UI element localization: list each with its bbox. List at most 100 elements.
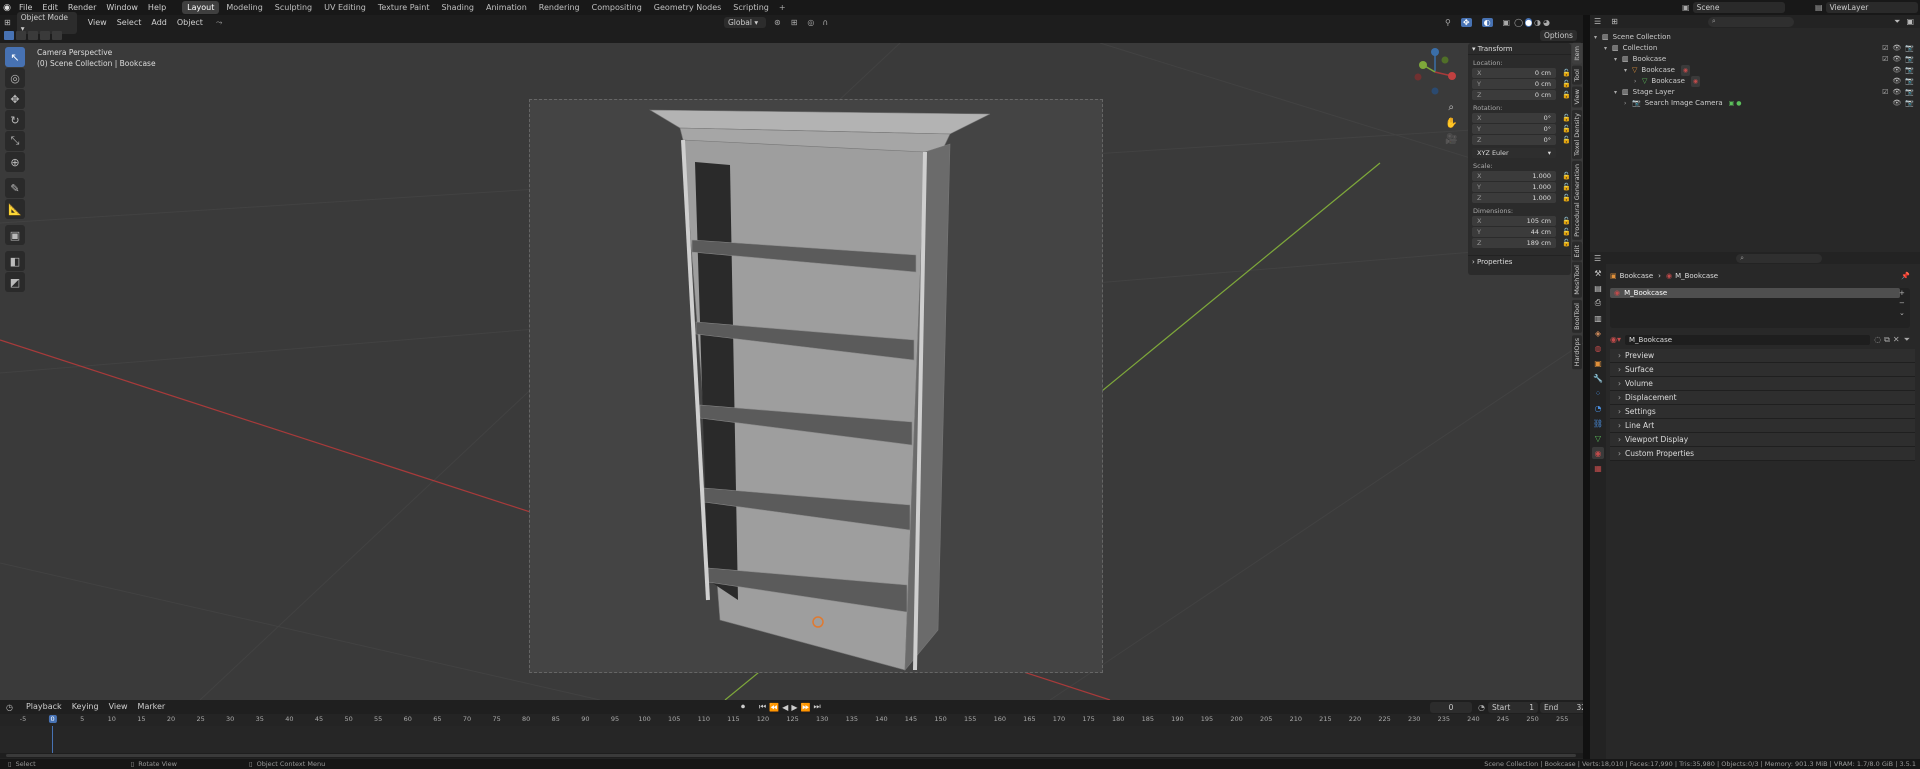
object-tab-icon[interactable]: ▣ [1592, 357, 1604, 369]
render-camera-icon[interactable]: 📷 [1905, 55, 1914, 63]
lock-icon[interactable]: 🔓 [1562, 136, 1571, 144]
workspace-tab-shading[interactable]: Shading [436, 1, 479, 14]
view-layer-tab-icon[interactable]: ▥ [1592, 312, 1604, 324]
material-browse-icon[interactable]: ◉▾ [1610, 335, 1621, 344]
wireframe-shading-icon[interactable]: ◯ [1514, 18, 1523, 27]
location-x-field[interactable]: X 0 cm [1472, 68, 1556, 78]
bookcase-model[interactable] [530, 100, 1104, 674]
constraints-tab-icon[interactable]: ⛓ [1592, 417, 1604, 429]
rotation-z-field[interactable]: Z 0° [1472, 135, 1556, 145]
exclude-checkbox-icon[interactable]: ☑ [1882, 55, 1888, 63]
overlay-toggle-icon[interactable]: ◐ [1481, 18, 1493, 27]
panel-settings[interactable]: › Settings [1610, 405, 1915, 419]
lock-icon[interactable]: 🔓 [1562, 239, 1571, 247]
boxcutter-tool-icon[interactable]: ◩ [5, 272, 25, 292]
add-cube-tool-icon[interactable]: ▣ [5, 225, 25, 245]
side-tab-item[interactable]: Item [1572, 43, 1582, 64]
timeline-scrollbar[interactable] [0, 753, 1583, 758]
prev-keyframe-icon[interactable]: ⏪ [769, 703, 779, 712]
outliner-search-input[interactable]: ⌕ [1707, 16, 1794, 27]
outliner-row[interactable]: ▾ ▥ Bookcase ☑ 👁 📷 [1590, 54, 1920, 65]
side-tab-booltool[interactable]: BoolTool [1572, 300, 1582, 333]
outliner-row[interactable]: › 📷 Search Image Camera 👁 📷 ▣ ● [1590, 98, 1920, 109]
outliner-row[interactable]: ▾ ▽ Bookcase 👁 📷 ◉ [1590, 65, 1920, 76]
snapping-icon[interactable]: ⊞ [791, 18, 798, 27]
exclude-checkbox-icon[interactable]: ☑ [1882, 88, 1888, 96]
pin-icon[interactable]: 📌 [1901, 272, 1910, 280]
render-camera-icon[interactable]: 📷 [1905, 99, 1914, 107]
panel-custom-properties[interactable]: › Custom Properties [1610, 447, 1915, 461]
fake-user-icon[interactable]: ◌ [1874, 335, 1881, 344]
timeline-editor-type-icon[interactable]: ◷ [6, 703, 13, 712]
transform-tool-icon[interactable]: ⊕ [5, 152, 25, 172]
menu-help[interactable]: Help [143, 0, 171, 15]
outliner-row[interactable]: ▾ ▥ Stage Layer ☑ 👁 📷 [1590, 87, 1920, 98]
annotate-tool-icon[interactable]: ✎ [5, 178, 25, 198]
panel-viewport-display[interactable]: › Viewport Display [1610, 433, 1915, 447]
render-camera-icon[interactable]: 📷 [1905, 44, 1914, 52]
panel-preview[interactable]: › Preview [1610, 349, 1915, 363]
lock-icon[interactable]: 🔓 [1562, 69, 1571, 77]
start-frame-field[interactable]: Start 1 [1487, 702, 1538, 713]
render-camera-icon[interactable]: 📷 [1905, 77, 1914, 85]
menu-window[interactable]: Window [101, 0, 143, 15]
pan-hand-icon[interactable]: ✋ [1445, 116, 1457, 132]
jump-end-icon[interactable]: ⏭ [813, 702, 820, 712]
rotation-y-field[interactable]: Y 0° [1472, 124, 1556, 134]
keyframe-area[interactable] [0, 726, 1583, 756]
data-tab-icon[interactable]: ▽ [1592, 432, 1604, 444]
workspace-tab-scripting[interactable]: Scripting [728, 1, 774, 14]
new-collection-icon[interactable]: ▣ [1906, 17, 1914, 26]
zoom-icon[interactable]: ⌕ [1445, 100, 1457, 116]
modifier-tab-icon[interactable]: 🔧 [1592, 372, 1604, 384]
eye-icon[interactable]: 👁 [1892, 77, 1901, 85]
eye-icon[interactable]: 👁 [1892, 88, 1901, 96]
scale-tool-icon[interactable]: ⤡ [5, 131, 25, 151]
blender-logo-icon[interactable]: ◉ [0, 3, 14, 13]
panel-line-art[interactable]: › Line Art [1610, 419, 1915, 433]
scale-y-field[interactable]: Y 1.000 [1472, 182, 1556, 192]
location-z-field[interactable]: Z 0 cm [1472, 90, 1556, 100]
scene-selector[interactable]: ▣ Scene [1682, 1, 1785, 14]
select-subtract-mode-icon[interactable] [28, 31, 38, 40]
visibility-icon[interactable]: ⚲ [1445, 18, 1451, 27]
transform-orientation-dropdown[interactable]: Global ▾ [724, 17, 766, 28]
rendered-shading-icon[interactable]: ◕ [1543, 18, 1550, 27]
expand-arrow-icon[interactable]: ▾ [1604, 43, 1612, 54]
navigation-gizmo[interactable] [1410, 47, 1460, 97]
timeline-menu-view[interactable]: View [104, 700, 133, 714]
side-tab-tool[interactable]: Tool [1572, 65, 1582, 85]
timeline-menu-marker[interactable]: Marker [133, 700, 171, 714]
gizmo-toggle-icon[interactable]: ✥ [1460, 18, 1472, 27]
dimensions-z-field[interactable]: Z 189 cm [1472, 238, 1556, 248]
move-tool-icon[interactable]: ✥ [5, 89, 25, 109]
lock-icon[interactable]: 🔓 [1562, 228, 1571, 236]
scene-name-field[interactable]: Scene [1692, 2, 1785, 13]
outliner-row[interactable]: › ▽ Bookcase 👁 📷 ◉ [1590, 76, 1920, 87]
snap-icon[interactable]: ⤳ [216, 18, 222, 28]
lock-icon[interactable]: 🔓 [1562, 91, 1571, 99]
lock-icon[interactable]: 🔓 [1562, 114, 1571, 122]
transform-panel-header[interactable]: ▾ Transform [1468, 43, 1571, 55]
workspace-tab-texture-paint[interactable]: Texture Paint [373, 1, 435, 14]
timeline-menu-playback[interactable]: Playback [21, 700, 67, 714]
properties-panel-header[interactable]: › Properties [1468, 255, 1571, 267]
scene-tab-icon[interactable]: ◈ [1592, 327, 1604, 339]
frame-ruler[interactable]: -5 0 5 10 15 20 25 30 35 40 45 50 55 60 65 70 75 80 85 90 95… [0, 714, 1583, 726]
workspace-tab-compositing[interactable]: Compositing [587, 1, 647, 14]
panel-volume[interactable]: › Volume [1610, 377, 1915, 391]
record-icon[interactable]: ⏺ [741, 702, 745, 712]
unlink-material-icon[interactable]: ✕ [1893, 335, 1900, 344]
select-tool-icon[interactable]: ↖ [5, 47, 25, 67]
lock-icon[interactable]: 🔓 [1562, 125, 1571, 133]
lock-icon[interactable]: 🔓 [1562, 194, 1571, 202]
workspace-tab-geometry-nodes[interactable]: Geometry Nodes [649, 1, 726, 14]
render-camera-icon[interactable]: 📷 [1905, 66, 1914, 74]
filter-icon[interactable]: ⏷ [1894, 17, 1900, 27]
timeline-menu-keying[interactable]: Keying [67, 700, 104, 714]
outliner-row[interactable]: ▾ ▥ Scene Collection [1590, 32, 1920, 43]
rotation-x-field[interactable]: X 0° [1472, 113, 1556, 123]
view-layer-selector[interactable]: ▤ ViewLayer [1815, 1, 1918, 14]
exclude-checkbox-icon[interactable]: ☑ [1882, 44, 1888, 52]
select-box-mode-icon[interactable] [4, 31, 14, 40]
